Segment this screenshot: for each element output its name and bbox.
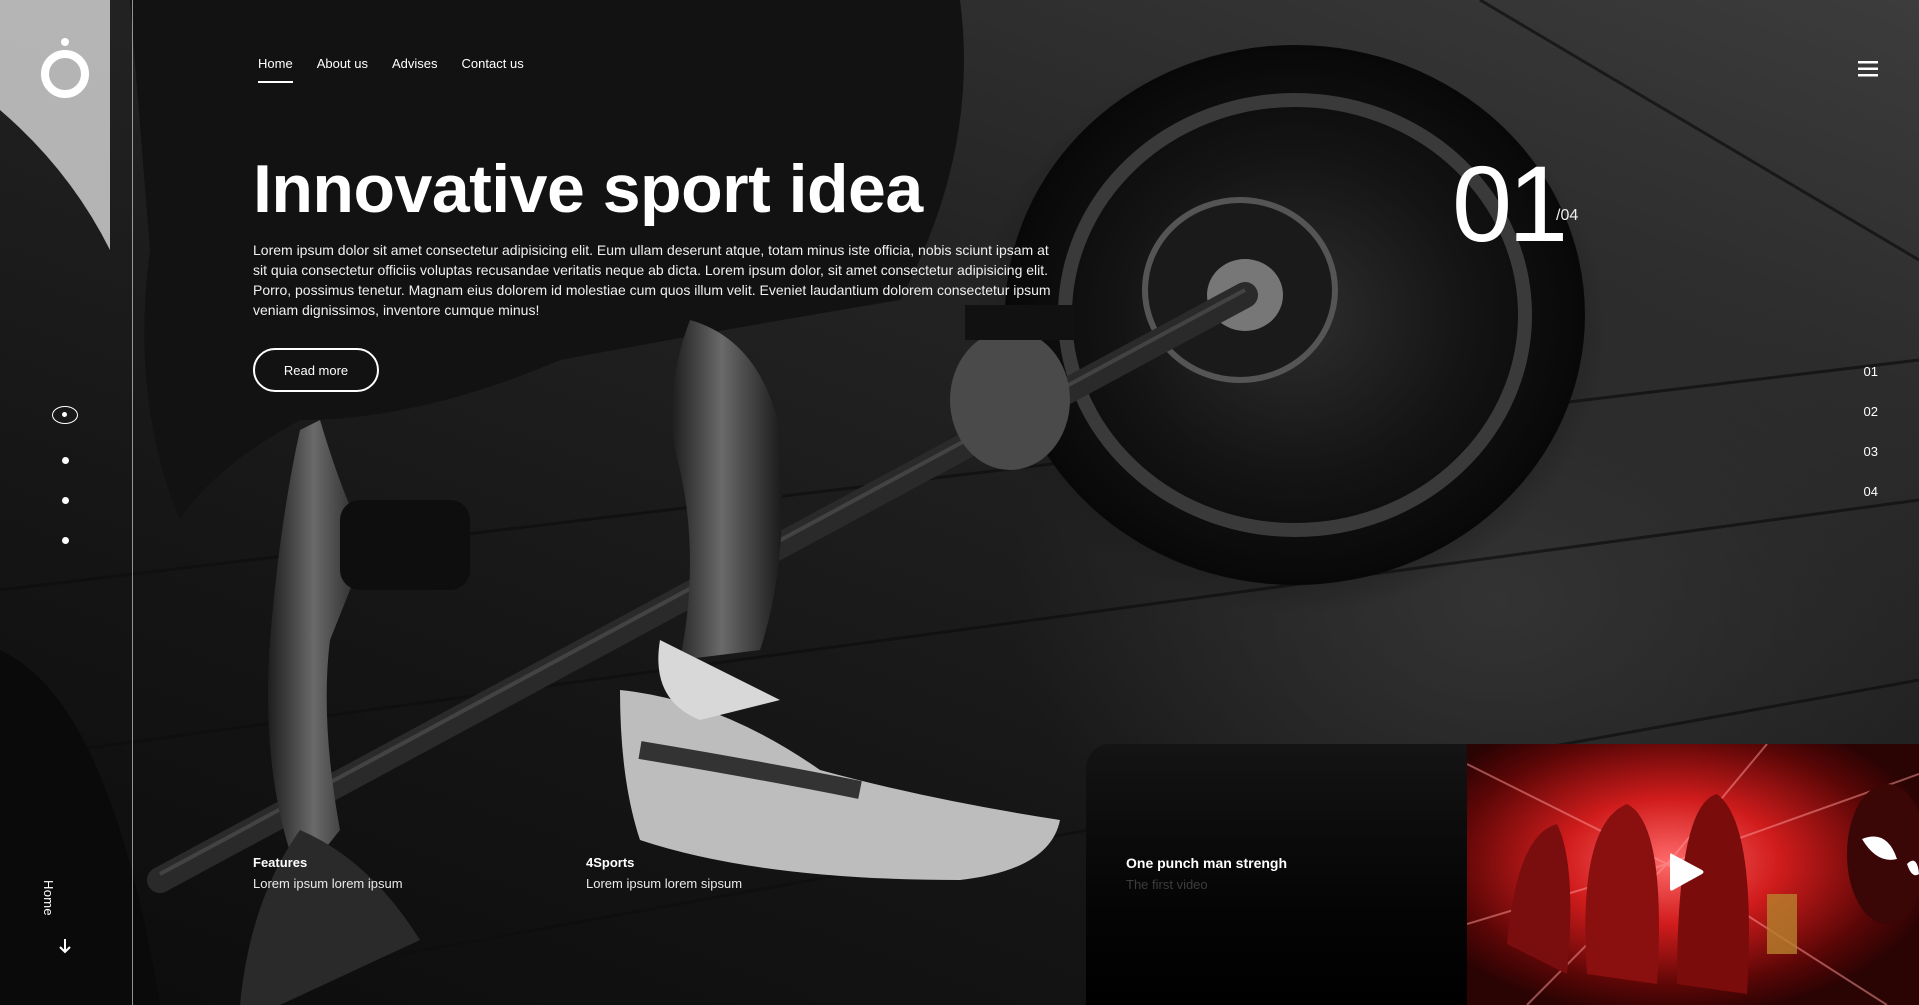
info-subtitle: Lorem ipsum lorem sipsum xyxy=(586,876,743,891)
video-subtitle: The first video xyxy=(1126,877,1208,892)
hamburger-menu-icon[interactable] xyxy=(1858,61,1878,77)
read-more-button[interactable]: Read more xyxy=(253,348,379,392)
nav-about-us[interactable]: About us xyxy=(317,56,368,83)
video-title: One punch man strengh xyxy=(1126,855,1288,871)
nav-contact-us[interactable]: Contact us xyxy=(462,56,524,83)
slide-dot-1[interactable] xyxy=(52,406,78,424)
brand-logo-icon[interactable] xyxy=(38,36,92,102)
slide-dot-3[interactable] xyxy=(61,497,69,504)
info-4sports: 4Sports Lorem ipsum lorem sipsum xyxy=(586,855,742,891)
section-label: Home xyxy=(41,880,56,916)
info-title: 4Sports xyxy=(586,855,635,870)
info-title: Features xyxy=(253,855,308,870)
slide-link-04[interactable]: 04 xyxy=(1838,482,1878,522)
slide-link-01[interactable]: 01 xyxy=(1838,362,1878,402)
page-title: Innovative sport idea xyxy=(253,151,923,227)
slide-dot-4[interactable] xyxy=(61,537,69,544)
video-card[interactable]: One punch man strengh The first video xyxy=(1086,744,1919,1005)
slide-link-02[interactable]: 02 xyxy=(1838,402,1878,442)
nav-home[interactable]: Home xyxy=(258,56,293,83)
rail-divider xyxy=(132,0,133,1005)
slide-total: /04 xyxy=(1556,207,1579,224)
arrow-down-icon[interactable] xyxy=(58,938,72,954)
slide-number-list: 01 02 03 04 xyxy=(1838,362,1878,522)
main-nav: Home About us Advises Contact us xyxy=(258,56,548,83)
slide-current-number: 01 xyxy=(1452,143,1568,264)
info-subtitle: Lorem ipsum lorem ipsum xyxy=(253,876,403,891)
slide-dots xyxy=(50,406,80,544)
slide-link-03[interactable]: 03 xyxy=(1838,442,1878,482)
hero-description: Lorem ipsum dolor sit amet consectetur a… xyxy=(253,242,1051,318)
hero-slider: Home Home About us Advises Contact us In… xyxy=(0,0,1919,1005)
slide-dot-2[interactable] xyxy=(61,457,69,464)
nav-advises[interactable]: Advises xyxy=(392,56,438,83)
info-features: Features Lorem ipsum lorem ipsum xyxy=(253,855,403,891)
play-icon[interactable] xyxy=(1666,850,1706,894)
